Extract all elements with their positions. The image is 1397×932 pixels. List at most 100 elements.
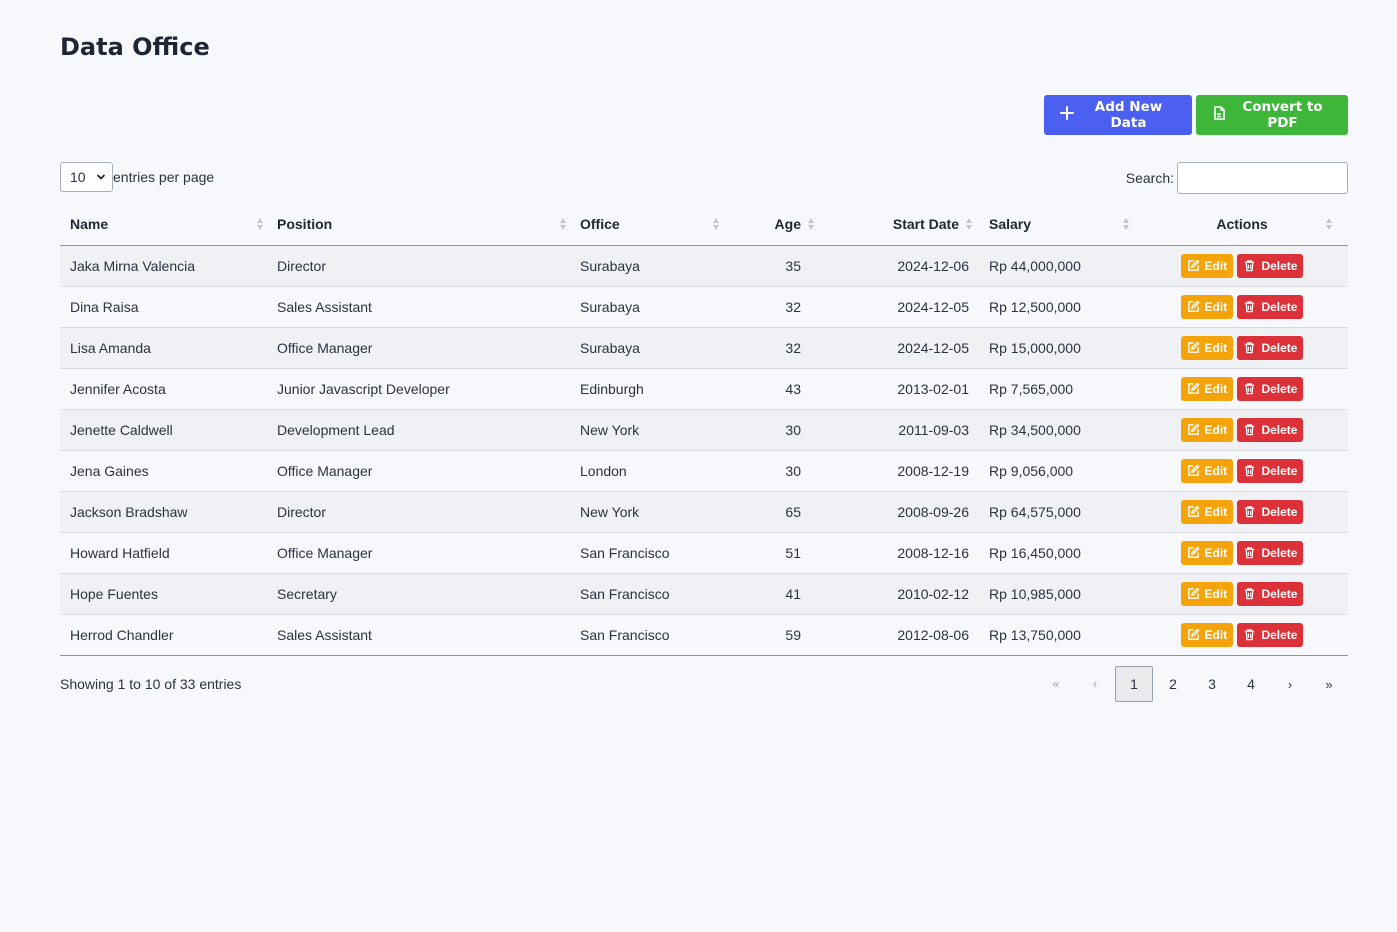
column-header-position[interactable]: Position bbox=[267, 204, 570, 246]
edit-icon bbox=[1187, 382, 1200, 395]
cell-age: 30 bbox=[723, 450, 821, 492]
delete-button[interactable]: Delete bbox=[1237, 499, 1304, 524]
column-header-label: Position bbox=[277, 216, 333, 233]
edit-icon bbox=[1187, 259, 1200, 272]
edit-button[interactable]: Edit bbox=[1180, 581, 1233, 606]
delete-label: Delete bbox=[1261, 586, 1298, 601]
edit-button[interactable]: Edit bbox=[1180, 294, 1233, 319]
trash-icon bbox=[1243, 382, 1256, 395]
sort-icon bbox=[1123, 218, 1129, 230]
column-header-office[interactable]: Office bbox=[570, 204, 723, 246]
cell-salary: Rp 16,450,000 bbox=[979, 532, 1136, 574]
column-header-age[interactable]: Age bbox=[723, 204, 821, 246]
column-header-start-date[interactable]: Start Date bbox=[821, 204, 979, 246]
delete-button[interactable]: Delete bbox=[1237, 417, 1304, 442]
chevron-down-icon bbox=[96, 169, 106, 185]
cell-office: New York bbox=[570, 491, 723, 533]
cell-age: 35 bbox=[723, 245, 821, 287]
cell-age: 65 bbox=[723, 491, 821, 533]
trash-icon bbox=[1243, 546, 1256, 559]
trash-icon bbox=[1243, 423, 1256, 436]
edit-button[interactable]: Edit bbox=[1180, 622, 1233, 647]
cell-office: San Francisco bbox=[570, 573, 723, 615]
column-header-name[interactable]: Name bbox=[60, 204, 267, 246]
edit-label: Edit bbox=[1204, 504, 1228, 519]
entries-per-page-label: entries per page bbox=[113, 169, 215, 185]
edit-label: Edit bbox=[1204, 258, 1228, 273]
column-header-label: Start Date bbox=[892, 216, 959, 233]
cell-start-date: 2008-12-19 bbox=[821, 450, 979, 492]
edit-button[interactable]: Edit bbox=[1180, 335, 1233, 360]
cell-actions: Edit Delete bbox=[1136, 614, 1348, 656]
edit-label: Edit bbox=[1204, 627, 1228, 642]
edit-icon bbox=[1187, 300, 1200, 313]
table-row: Howard Hatfield Office Manager San Francis… bbox=[60, 532, 1348, 574]
edit-button[interactable]: Edit bbox=[1180, 458, 1233, 483]
pagination-first[interactable]: « bbox=[1037, 666, 1075, 702]
cell-start-date: 2013-02-01 bbox=[821, 368, 979, 410]
cell-age: 30 bbox=[723, 409, 821, 451]
column-header-label: Actions bbox=[1216, 216, 1268, 233]
delete-button[interactable]: Delete bbox=[1237, 294, 1304, 319]
edit-icon bbox=[1187, 587, 1200, 600]
column-header-label: Name bbox=[70, 216, 109, 233]
delete-button[interactable]: Delete bbox=[1237, 581, 1304, 606]
column-header-salary[interactable]: Salary bbox=[979, 204, 1136, 246]
edit-icon bbox=[1187, 546, 1200, 559]
delete-button[interactable]: Delete bbox=[1237, 458, 1304, 483]
cell-age: 59 bbox=[723, 614, 821, 656]
delete-button[interactable]: Delete bbox=[1237, 376, 1304, 401]
trash-icon bbox=[1243, 628, 1256, 641]
edit-icon bbox=[1187, 505, 1200, 518]
sort-icon bbox=[966, 218, 972, 230]
edit-button[interactable]: Edit bbox=[1180, 417, 1233, 442]
edit-button[interactable]: Edit bbox=[1180, 540, 1233, 565]
delete-button[interactable]: Delete bbox=[1237, 540, 1304, 565]
trash-icon bbox=[1243, 464, 1256, 477]
edit-button[interactable]: Edit bbox=[1180, 376, 1233, 401]
convert-to-pdf-button[interactable]: Convert to PDF bbox=[1196, 95, 1348, 135]
cell-position: Junior Javascript Developer bbox=[267, 368, 570, 410]
pagination-last[interactable]: » bbox=[1310, 666, 1348, 702]
delete-button[interactable]: Delete bbox=[1237, 335, 1304, 360]
pagination-page-1[interactable]: 1 bbox=[1115, 666, 1153, 702]
cell-salary: Rp 7,565,000 bbox=[979, 368, 1136, 410]
edit-button[interactable]: Edit bbox=[1180, 253, 1233, 278]
edit-label: Edit bbox=[1204, 586, 1228, 601]
search-input[interactable] bbox=[1177, 162, 1348, 194]
edit-label: Edit bbox=[1204, 299, 1228, 314]
cell-age: 32 bbox=[723, 327, 821, 369]
pagination-next[interactable]: › bbox=[1271, 666, 1309, 702]
table-header-row: Name Position Office Age Start Date Sala… bbox=[60, 204, 1348, 246]
data-table: Name Position Office Age Start Date Sala… bbox=[60, 204, 1348, 656]
cell-actions: Edit Delete bbox=[1136, 450, 1348, 492]
cell-start-date: 2008-09-26 bbox=[821, 491, 979, 533]
cell-actions: Edit Delete bbox=[1136, 532, 1348, 574]
pagination-page-2[interactable]: 2 bbox=[1154, 666, 1192, 702]
delete-label: Delete bbox=[1261, 299, 1298, 314]
cell-start-date: 2024-12-05 bbox=[821, 286, 979, 328]
entries-per-page-select[interactable]: 10 bbox=[60, 162, 113, 192]
cell-position: Sales Assistant bbox=[267, 286, 570, 328]
sort-icon bbox=[257, 218, 263, 230]
delete-button[interactable]: Delete bbox=[1237, 622, 1304, 647]
delete-button[interactable]: Delete bbox=[1237, 253, 1304, 278]
cell-position: Sales Assistant bbox=[267, 614, 570, 656]
edit-label: Edit bbox=[1204, 381, 1228, 396]
cell-name: Jaka Mirna Valencia bbox=[60, 245, 267, 287]
table-row: Jennifer Acosta Junior Javascript Develop… bbox=[60, 368, 1348, 410]
file-pdf-icon bbox=[1212, 106, 1226, 124]
table-row: Herrod Chandler Sales Assistant San Franci… bbox=[60, 614, 1348, 656]
add-new-data-button[interactable]: Add New Data bbox=[1044, 95, 1192, 135]
edit-button[interactable]: Edit bbox=[1180, 499, 1233, 524]
column-header-actions[interactable]: Actions bbox=[1136, 204, 1348, 246]
trash-icon bbox=[1243, 587, 1256, 600]
pagination-page-4[interactable]: 4 bbox=[1232, 666, 1270, 702]
sort-icon bbox=[1326, 218, 1332, 230]
cell-position: Office Manager bbox=[267, 450, 570, 492]
pagination-page-3[interactable]: 3 bbox=[1193, 666, 1231, 702]
pagination-previous[interactable]: ‹ bbox=[1076, 666, 1114, 702]
cell-name: Dina Raisa bbox=[60, 286, 267, 328]
edit-label: Edit bbox=[1204, 340, 1228, 355]
toolbar: Add New Data Convert to PDF bbox=[1044, 95, 1348, 135]
